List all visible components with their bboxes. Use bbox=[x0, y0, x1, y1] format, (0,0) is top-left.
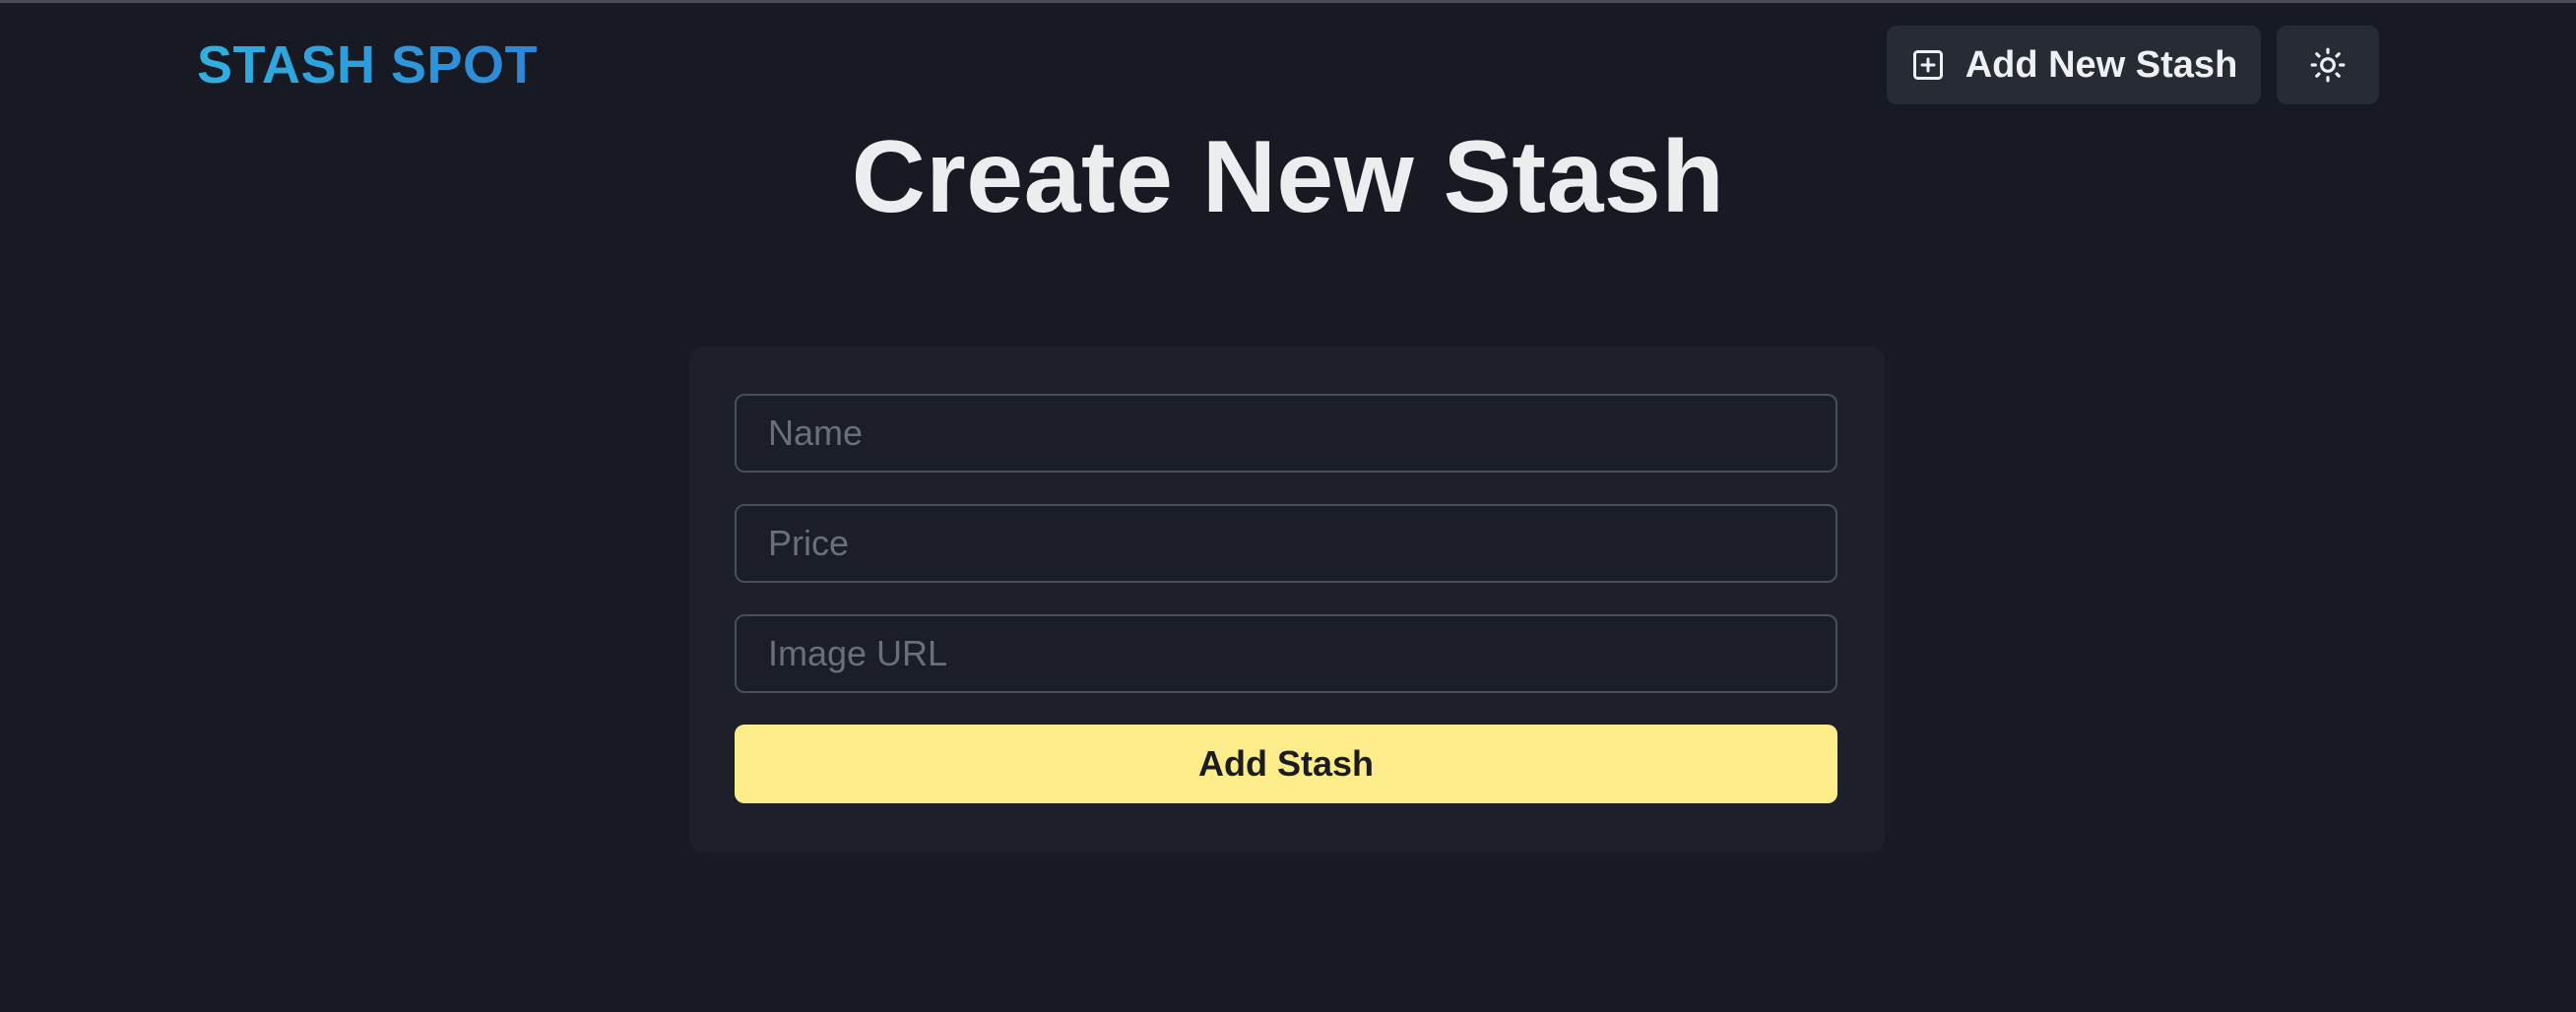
navbar: STASH SPOT Add New Stash bbox=[197, 26, 2379, 104]
plus-square-icon bbox=[1910, 47, 1946, 83]
sun-icon bbox=[2309, 46, 2347, 84]
add-new-stash-button[interactable]: Add New Stash bbox=[1887, 26, 2261, 104]
price-input[interactable] bbox=[735, 504, 1837, 583]
theme-toggle-button[interactable] bbox=[2277, 26, 2379, 104]
create-stash-form: Add Stash bbox=[689, 347, 1885, 853]
logo-link[interactable]: STASH SPOT bbox=[197, 26, 538, 104]
image-url-input[interactable] bbox=[735, 614, 1837, 693]
add-new-stash-label: Add New Stash bbox=[1964, 43, 2238, 86]
add-stash-button[interactable]: Add Stash bbox=[735, 725, 1837, 803]
name-input[interactable] bbox=[735, 394, 1837, 473]
window-top-border bbox=[0, 0, 2576, 3]
page-title: Create New Stash bbox=[851, 120, 1725, 234]
nav-actions: Add New Stash bbox=[1887, 26, 2379, 104]
